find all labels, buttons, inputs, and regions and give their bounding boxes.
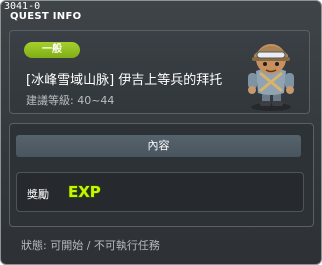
content-header: 內容 [16,135,301,157]
window-title: QUEST INFO [10,11,82,22]
quest-name: [冰峰雪域山脉] 伊吉上等兵的拜托 [26,73,223,88]
quest-info-window: 3041-0 QUEST INFO 一般 [冰峰雪域山脉] 伊吉上等兵的拜托 建… [0,0,322,265]
reward-box: 獎勵 EXP [16,172,304,212]
soldier-npc-portrait-icon [248,44,294,111]
content-panel: 內容 獎勵 EXP [9,123,314,227]
exp-icon-text: EXP [68,183,101,199]
quest-status: 狀態: 可開始 / 不可執行任務 [21,239,160,252]
exp-icon: EXP [67,183,101,199]
quest-category-badge: 一般 [24,42,80,58]
quest-level-requirement: 建議等級: 40~44 [26,94,115,107]
quest-summary-panel: 一般 [冰峰雪域山脉] 伊吉上等兵的拜托 建議等級: 40~44 [9,30,310,114]
reward-label: 獎勵 [27,188,49,201]
